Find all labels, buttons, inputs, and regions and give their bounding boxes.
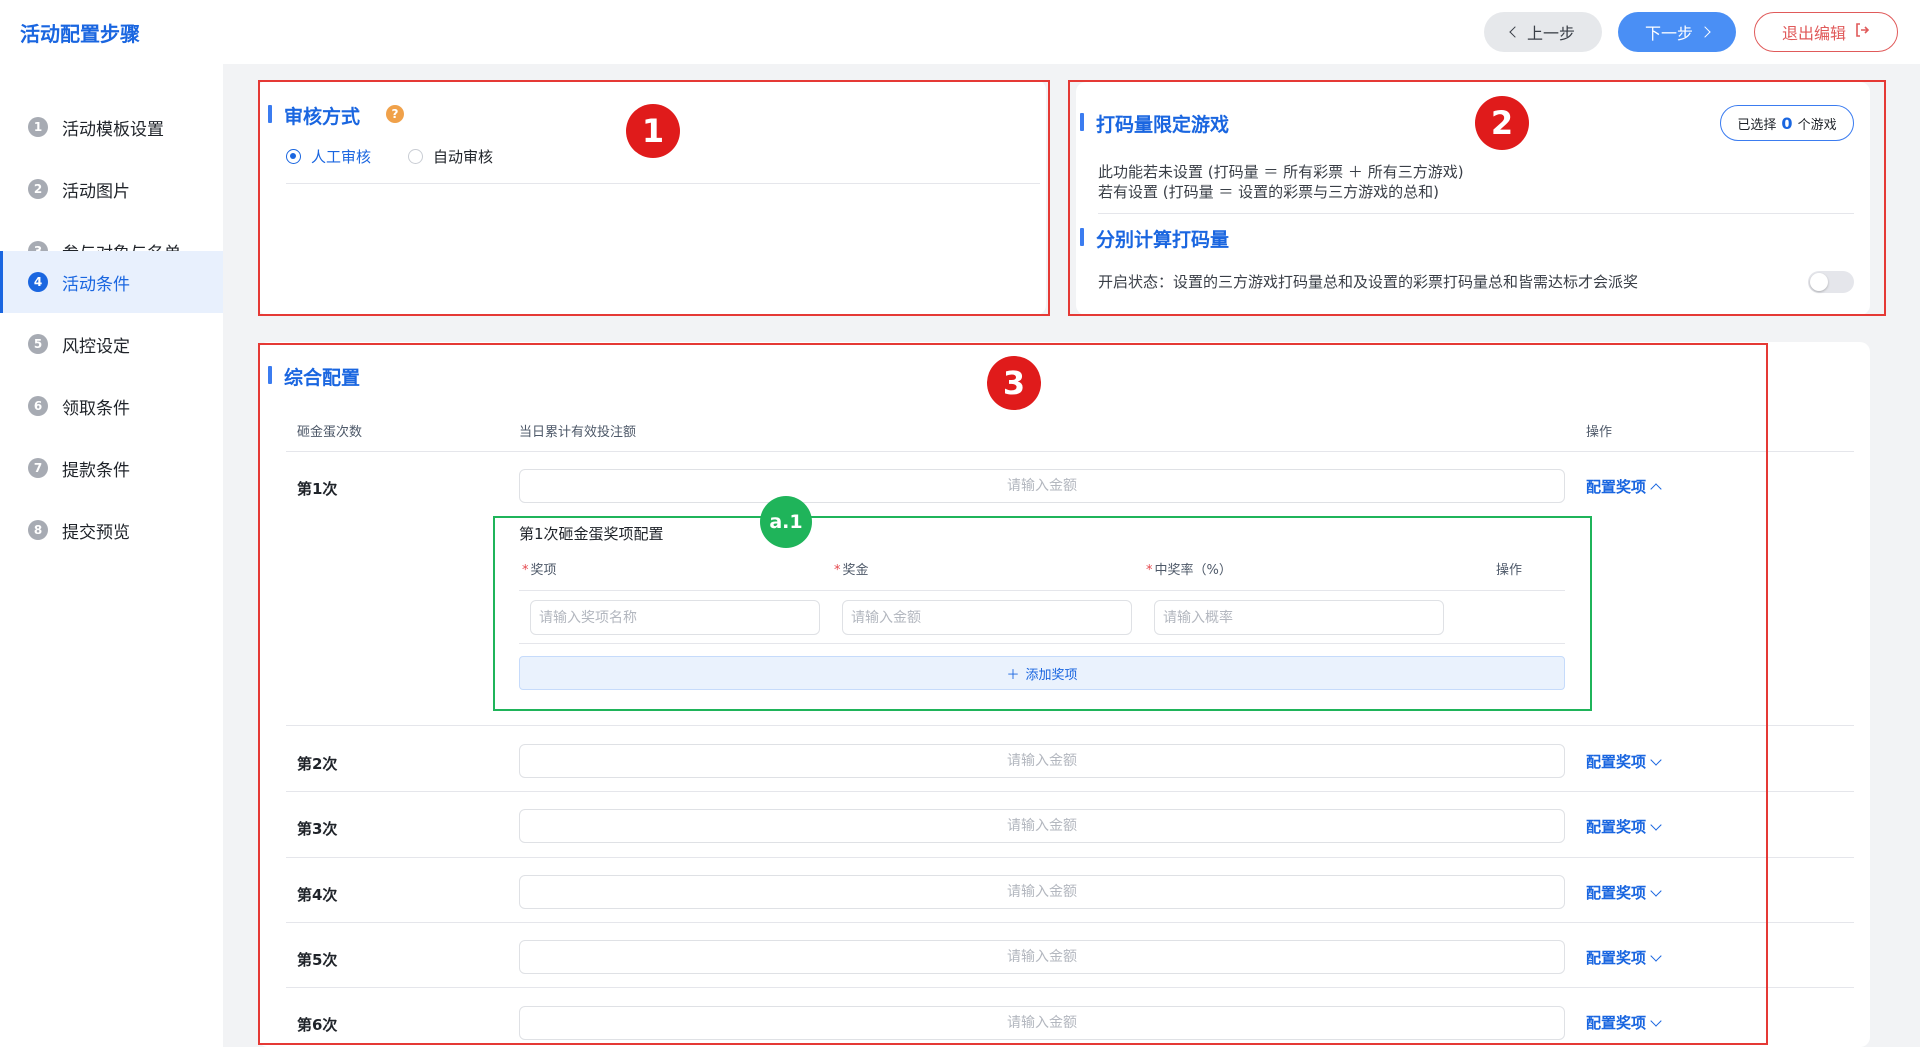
step-number-badge: 7 [28,458,48,478]
step-label: 活动图片 [62,181,130,202]
step-number-badge: 2 [28,179,48,199]
prev-step-label: 上一步 [1526,24,1575,43]
step-submit-preview[interactable]: 8 提交预览 [0,499,223,561]
step-number-badge: 8 [28,520,48,540]
next-step-label: 下一步 [1644,24,1693,43]
chevron-left-icon [1509,26,1521,38]
step-withdraw-conditions[interactable]: 7 提款条件 [0,437,223,499]
next-step-button[interactable]: 下一步 [1618,12,1736,52]
annotation-marker-2: 2 [1475,96,1529,150]
annotation-box-a1 [493,516,1592,711]
step-activity-conditions[interactable]: 4 活动条件 [0,251,223,313]
step-number-badge: 4 [28,272,48,292]
step-activity-images[interactable]: 2 活动图片 [0,158,223,220]
step-label: 领取条件 [62,398,130,419]
step-number-badge: 5 [28,334,48,354]
annotation-marker-3: 3 [987,356,1041,410]
chevron-right-icon [1699,26,1711,38]
exit-edit-button[interactable]: 退出编辑 [1754,12,1898,52]
top-header: 活动配置步骤 上一步 下一步 退出编辑 [0,0,1920,64]
prev-step-button[interactable]: 上一步 [1484,12,1602,52]
step-label: 提款条件 [62,460,130,481]
step-label: 风控设定 [62,336,130,357]
annotation-marker-a1: a.1 [760,496,812,548]
step-template-settings[interactable]: 1 活动模板设置 [0,96,223,158]
step-risk-control[interactable]: 5 风控设定 [0,313,223,375]
page-title: 活动配置步骤 [20,22,140,46]
step-claim-conditions[interactable]: 6 领取条件 [0,375,223,437]
step-label: 活动模板设置 [62,119,164,140]
exit-edit-label: 退出编辑 [1781,24,1846,43]
step-number-badge: 1 [28,117,48,137]
annotation-marker-1: 1 [626,104,680,158]
step-label: 活动条件 [62,274,130,295]
step-label: 提交预览 [62,522,130,543]
steps-sidebar: 1 活动模板设置 2 活动图片 3 参与对象与名单 4 活动条件 5 风控设定 … [0,64,223,1047]
logout-icon [1854,22,1870,42]
step-number-badge: 6 [28,396,48,416]
